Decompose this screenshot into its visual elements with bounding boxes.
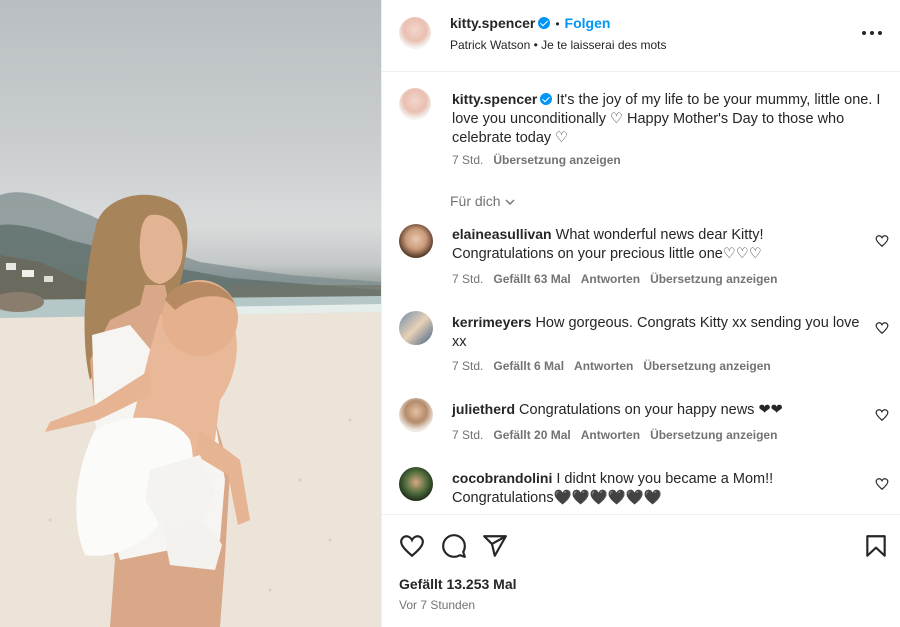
- follow-button[interactable]: Folgen: [565, 15, 611, 31]
- comment-filter-label: Für dich: [450, 193, 501, 209]
- translate-link[interactable]: Übersetzung anzeigen: [650, 428, 777, 442]
- author-avatar[interactable]: [399, 17, 431, 49]
- commenter-username[interactable]: kerrimeyers: [452, 314, 531, 330]
- caption-time[interactable]: 7 Std.: [452, 153, 483, 167]
- comment-body: kerrimeyers How gorgeous. Congrats Kitty…: [452, 313, 867, 352]
- author-username[interactable]: kitty.spencer: [450, 15, 535, 31]
- commenter-username[interactable]: elaineasullivan: [452, 226, 552, 242]
- post-caption: kitty.spencer It's the joy of my life to…: [452, 90, 882, 148]
- commenter-avatar[interactable]: [399, 467, 433, 501]
- reply-button[interactable]: Antworten: [581, 428, 640, 442]
- comment-time[interactable]: 7 Std.: [452, 359, 483, 373]
- author-line: kitty.spencer • Folgen: [450, 15, 610, 33]
- caption-meta: 7 Std. Übersetzung anzeigen: [452, 153, 621, 167]
- comment-meta: 7 Std. Gefällt 63 Mal Antworten Übersetzung…: [452, 272, 777, 286]
- post-actions-bar: Gefällt 13.253 Mal Vor 7 Stunden: [382, 514, 900, 627]
- commenter-avatar[interactable]: [399, 311, 433, 345]
- caption-avatar[interactable]: [399, 88, 431, 120]
- commenter-avatar[interactable]: [399, 224, 433, 258]
- comment-body: cocobrandolini I didnt know you became a…: [452, 469, 867, 508]
- caption-translate-link[interactable]: Übersetzung anzeigen: [493, 153, 620, 167]
- like-comment-heart-icon[interactable]: [875, 408, 889, 422]
- comment-meta: 7 Std. Gefällt 20 Mal Antworten Übersetzung…: [452, 428, 777, 442]
- verified-badge-icon: [538, 17, 551, 29]
- beach-scene-illustration: [0, 192, 381, 627]
- post-timestamp[interactable]: Vor 7 Stunden: [399, 598, 475, 612]
- commenter-avatar[interactable]: [399, 398, 433, 432]
- save-bookmark-icon[interactable]: [863, 533, 889, 559]
- chevron-down-icon: [505, 199, 515, 205]
- commenter-username[interactable]: cocobrandolini: [452, 470, 552, 486]
- post-side-panel: kitty.spencer • Folgen Patrick Watson • Je…: [381, 0, 900, 627]
- comment-time[interactable]: 7 Std.: [452, 272, 483, 286]
- share-send-icon[interactable]: [482, 533, 508, 559]
- comment-body: julietherd Congratulations on your happy…: [452, 400, 867, 420]
- comment-time[interactable]: 7 Std.: [452, 428, 483, 442]
- caption-username[interactable]: kitty.spencer: [452, 91, 537, 107]
- separator-dot: •: [555, 17, 560, 31]
- like-comment-heart-icon[interactable]: [875, 321, 889, 335]
- commenter-username[interactable]: julietherd: [452, 401, 515, 417]
- comment-likes[interactable]: Gefällt 6 Mal: [493, 359, 564, 373]
- post-likes-count[interactable]: Gefällt 13.253 Mal: [399, 576, 517, 592]
- like-comment-heart-icon[interactable]: [875, 234, 889, 248]
- comment-bubble-icon[interactable]: [441, 533, 467, 559]
- reply-button[interactable]: Antworten: [574, 359, 633, 373]
- comment-filter-dropdown[interactable]: Für dich: [450, 193, 516, 209]
- verified-badge-icon: [540, 93, 553, 105]
- translate-link[interactable]: Übersetzung anzeigen: [650, 272, 777, 286]
- reply-button[interactable]: Antworten: [581, 272, 640, 286]
- translate-link[interactable]: Übersetzung anzeigen: [643, 359, 770, 373]
- comment-likes[interactable]: Gefällt 63 Mal: [493, 272, 570, 286]
- comment-body: elaineasullivan What wonderful news dear…: [452, 225, 867, 264]
- more-options-button[interactable]: [861, 22, 883, 44]
- like-heart-icon[interactable]: [399, 533, 425, 559]
- audio-track-link[interactable]: Patrick Watson • Je te laisserai des mot…: [450, 38, 667, 52]
- comment-meta: 7 Std. Gefällt 6 Mal Antworten Übersetzung …: [452, 359, 771, 373]
- post-photo[interactable]: [0, 0, 381, 627]
- post-header: kitty.spencer • Folgen Patrick Watson • Je…: [382, 0, 900, 72]
- like-comment-heart-icon[interactable]: [875, 477, 889, 491]
- comment-text: Congratulations on your happy news ❤❤: [519, 402, 783, 418]
- comment-likes[interactable]: Gefällt 20 Mal: [493, 428, 570, 442]
